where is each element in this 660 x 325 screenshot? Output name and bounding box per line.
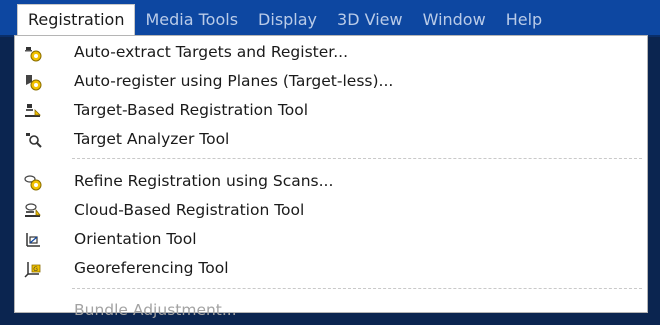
menu-item-label: Refine Registration using Scans... — [74, 172, 334, 190]
menu-help[interactable]: Help — [496, 5, 552, 35]
menu-item-cloud-registration[interactable]: Cloud-Based Registration Tool — [15, 196, 647, 225]
menu-window[interactable]: Window — [413, 5, 496, 35]
orientation-icon — [26, 233, 40, 247]
georeferencing-icon: G — [24, 262, 41, 278]
target-registration-icon — [25, 104, 41, 117]
menu-3d-view[interactable]: 3D View — [327, 5, 413, 35]
menu-item-georeferencing[interactable]: G Georeferencing Tool — [15, 254, 647, 283]
registration-dropdown-menu: Auto-extract Targets and Register... Aut… — [14, 35, 648, 319]
menu-item-label: Auto-register using Planes (Target-less)… — [74, 72, 394, 90]
menu-item-label: Target Analyzer Tool — [74, 130, 230, 148]
menu-item-label: Georeferencing Tool — [74, 259, 229, 277]
menu-item-target-analyzer[interactable]: Target Analyzer Tool — [15, 125, 647, 154]
menu-item-auto-register-planes[interactable]: Auto-register using Planes (Target-less)… — [15, 67, 647, 96]
menu-display[interactable]: Display — [248, 5, 327, 35]
menu-item-label: Cloud-Based Registration Tool — [74, 201, 305, 219]
cloud-registration-icon — [25, 203, 41, 217]
menu-item-label: Target-Based Registration Tool — [74, 101, 309, 119]
menu-separator — [72, 288, 642, 289]
refine-registration-icon — [24, 175, 42, 191]
menu-item-label: Auto-extract Targets and Register... — [74, 43, 348, 61]
background-window-edge — [0, 37, 14, 313]
menu-item-orientation[interactable]: Orientation Tool — [15, 225, 647, 254]
auto-extract-targets-icon — [25, 47, 42, 62]
menu-registration[interactable]: Registration — [17, 4, 136, 35]
menu-bar: Registration Media Tools Display 3D View… — [0, 0, 660, 37]
auto-register-planes-icon — [26, 75, 42, 91]
menu-separator — [72, 158, 642, 159]
menu-item-bundle-adjustment: Bundle Adjustment... — [15, 296, 647, 325]
menu-item-target-based-registration[interactable]: Target-Based Registration Tool — [15, 96, 647, 125]
svg-text:G: G — [33, 266, 38, 273]
menu-item-label: Orientation Tool — [74, 230, 197, 248]
menu-item-refine-registration[interactable]: Refine Registration using Scans... — [15, 167, 647, 196]
background-window-edge-right — [648, 37, 660, 313]
menu-media-tools[interactable]: Media Tools — [135, 5, 248, 35]
menu-item-label: Bundle Adjustment... — [74, 301, 237, 319]
target-analyzer-icon — [26, 133, 42, 148]
menu-item-auto-extract-targets[interactable]: Auto-extract Targets and Register... — [15, 38, 647, 67]
